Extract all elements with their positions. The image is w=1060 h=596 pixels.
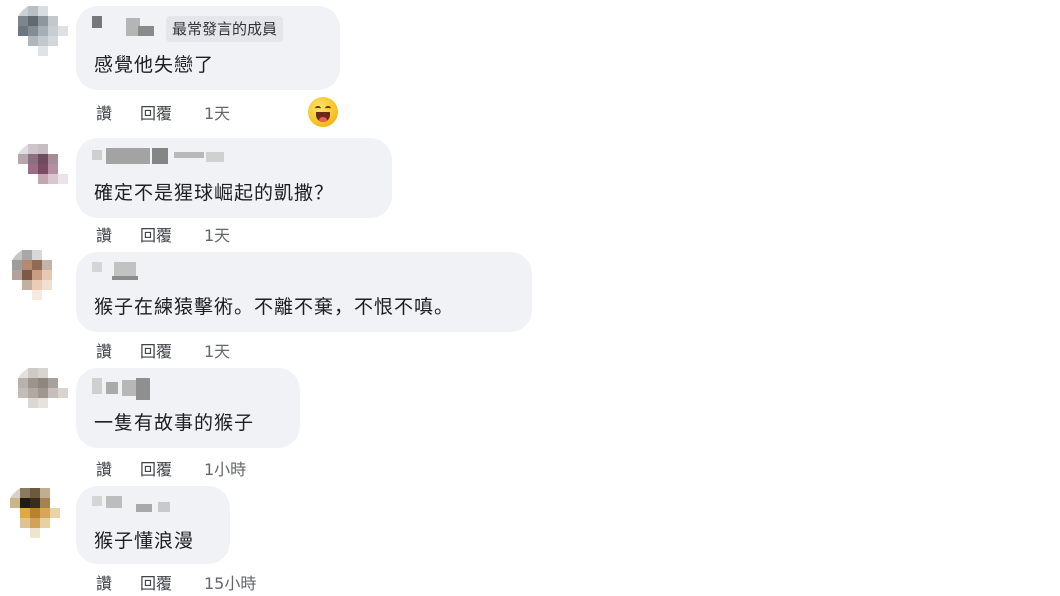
comment-text: 一隻有故事的猴子 (94, 412, 255, 434)
timestamp[interactable]: 1天 (204, 338, 230, 362)
comment-bubble: 一隻有故事的猴子 (76, 368, 300, 448)
avatar[interactable] (8, 246, 66, 304)
comment-thread: 最常發言的成員 感覺他失戀了 讚 回覆 1天 確定不是猩球崛起的凱撒？ 讚 回覆… (0, 0, 1060, 596)
reply-button[interactable]: 回覆 (140, 338, 172, 362)
timestamp[interactable]: 15小時 (204, 570, 256, 594)
timestamp[interactable]: 1天 (204, 100, 230, 124)
top-fan-badge: 最常發言的成員 (166, 16, 284, 42)
like-button[interactable]: 讚 (96, 100, 112, 124)
avatar[interactable] (6, 484, 64, 542)
comment-item: 確定不是猩球崛起的凱撒？ 讚 回覆 1天 (0, 136, 700, 248)
like-button[interactable]: 讚 (96, 456, 112, 480)
comment-bubble: 猴子懂浪漫 (76, 486, 230, 564)
like-button[interactable]: 讚 (96, 338, 112, 362)
laughing-emoji-icon[interactable] (308, 97, 338, 127)
comment-bubble: 確定不是猩球崛起的凱撒？ (76, 138, 392, 218)
comment-text: 感覺他失戀了 (94, 54, 215, 76)
comment-text: 猴子懂浪漫 (94, 530, 195, 552)
like-button[interactable]: 讚 (96, 222, 112, 246)
comment-bubble: 猴子在練猿擊術。不離不棄，不恨不嗔。 (76, 252, 532, 332)
avatar[interactable] (14, 364, 72, 422)
comment-bubble: 最常發言的成員 感覺他失戀了 (76, 6, 340, 90)
avatar[interactable] (14, 2, 72, 60)
avatar[interactable] (14, 140, 72, 198)
like-button[interactable]: 讚 (96, 570, 112, 594)
reply-button[interactable]: 回覆 (140, 100, 172, 124)
reply-button[interactable]: 回覆 (140, 456, 172, 480)
timestamp[interactable]: 1小時 (204, 456, 246, 480)
comment-text: 確定不是猩球崛起的凱撒？ (94, 182, 335, 204)
timestamp[interactable]: 1天 (204, 222, 230, 246)
comment-text: 猴子在練猿擊術。不離不棄，不恨不嗔。 (94, 296, 455, 318)
comment-item: 猴子在練猿擊術。不離不棄，不恨不嗔。 讚 回覆 1天 (0, 246, 700, 362)
comment-item: 一隻有故事的猴子 讚 回覆 1小時 (0, 362, 700, 480)
comment-item: 最常發言的成員 感覺他失戀了 讚 回覆 1天 (0, 0, 700, 130)
reply-button[interactable]: 回覆 (140, 570, 172, 594)
reply-button[interactable]: 回覆 (140, 222, 172, 246)
comment-item: 猴子懂浪漫 讚 回覆 15小時 (0, 482, 700, 596)
